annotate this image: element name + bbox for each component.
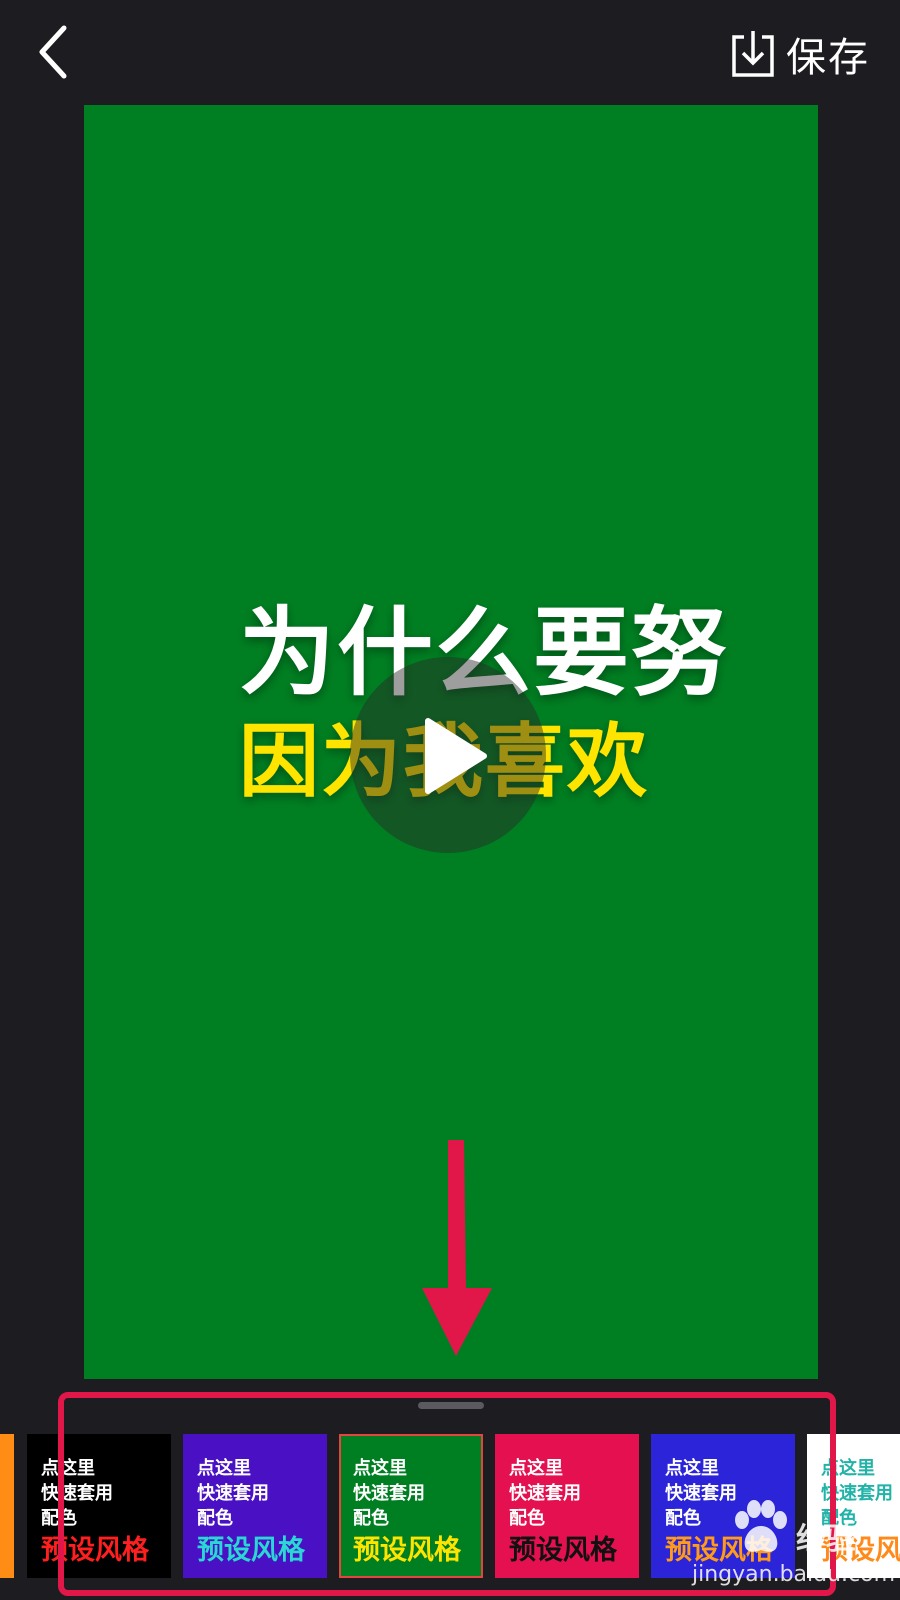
watermark-url: jingyan.baidu.com <box>692 1562 896 1587</box>
chevron-left-icon <box>39 25 67 79</box>
download-icon <box>732 31 774 77</box>
top-bar: 保存 <box>0 0 900 104</box>
back-button[interactable] <box>34 22 78 82</box>
style-card[interactable] <box>0 1434 14 1578</box>
watermark-text: 经验 <box>796 1522 856 1557</box>
watermark: 经验 jingyan.baidu.com <box>688 1500 898 1600</box>
paw-icon <box>735 1500 787 1552</box>
play-button[interactable] <box>350 657 546 853</box>
save-label: 保存 <box>786 35 870 81</box>
annotation-arrow <box>422 1140 492 1356</box>
play-icon <box>425 718 487 794</box>
save-button[interactable]: 保存 <box>730 26 870 82</box>
